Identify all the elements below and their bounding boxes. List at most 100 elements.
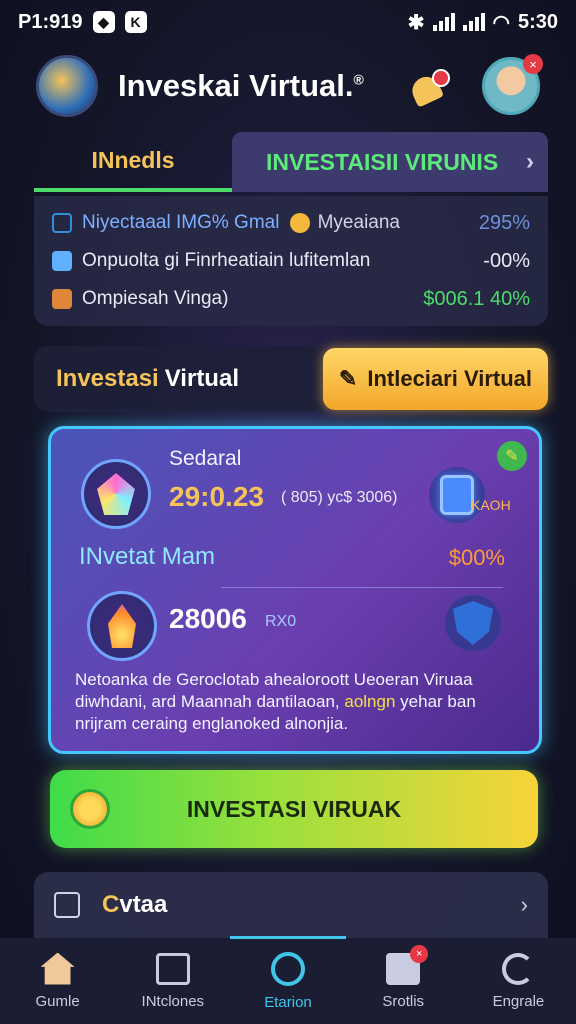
target-icon: [271, 951, 305, 986]
stat-row[interactable]: Ompiesah Vinga) $006.1 40%: [52, 280, 530, 318]
app-title-text: Inveskai Virtual.: [118, 68, 354, 103]
coin-icon: [289, 213, 310, 233]
signal-2-icon: [462, 13, 485, 31]
edit-icon[interactable]: ✎: [497, 441, 527, 471]
tab-investasi-label: INVESTAISII VIRUNIS: [266, 148, 499, 175]
chart-icon: [52, 213, 72, 233]
card-desc-line: Netoanka de Geroclotab ahealoroott Ueoer…: [75, 670, 473, 689]
nav-item-engrale[interactable]: Engrale: [461, 938, 576, 1024]
card-row1-tag: KAOH: [471, 497, 511, 513]
flame-shape: [108, 604, 136, 648]
card-divider: [221, 587, 503, 588]
card-mid-value: $00%: [448, 545, 505, 570]
list-item-label: Cvtaa: [102, 891, 521, 919]
status-right: ✱ ◠ 5:30: [408, 10, 558, 35]
registered-mark: ®: [353, 71, 364, 88]
info-icon: [52, 251, 72, 271]
nav-label: Etarion: [264, 993, 312, 1011]
status-time-left: P1:919: [18, 10, 83, 33]
card-desc-text: diwhdani, ard Maannah dantilaoan,: [75, 692, 340, 711]
chevron-right-icon: ›: [526, 148, 534, 175]
investasi-virtual-label: INVESTASI VIRUAK: [186, 795, 402, 822]
card-row2-value: 28006: [169, 603, 247, 634]
wifi-icon: ◠: [492, 11, 510, 34]
status-left: P1:919 ◆ K: [18, 11, 147, 34]
status-bar: P1:919 ◆ K ✱ ◠ 5:30: [0, 0, 576, 44]
intleciari-virtual-label: Intleciari Virtual: [367, 366, 532, 391]
box-icon: [155, 952, 190, 985]
card-desc-highlight: aolngn: [344, 692, 396, 711]
stat-mid-label: Myeaiana: [317, 212, 400, 233]
nav-label: Srotlis: [382, 992, 425, 1010]
section-title: Investasi Virtual: [34, 346, 323, 412]
card-mid-label: INvetat Mam: [79, 543, 216, 570]
card-desc-line: nrijram ceraing englanoked alnonjia.: [75, 714, 349, 733]
nav-item-gumle[interactable]: Gumle: [0, 938, 115, 1024]
pencil-icon: ✎: [338, 366, 358, 391]
section-title-rest: Virtual: [164, 365, 239, 392]
clipboard-icon: [429, 467, 485, 523]
section-title-highlight: Investasi: [56, 365, 159, 392]
card-desc-line: diwhdani, ard Maannah dantilaoan, aolngn…: [75, 691, 521, 713]
list-item[interactable]: Cvtaa ›: [34, 872, 548, 938]
card-description: Netoanka de Geroclotab ahealoroott Ueoer…: [75, 669, 521, 735]
notification-bell-icon[interactable]: [406, 63, 452, 109]
bottom-nav: Gumle INtclones Etarion × Srotlis Engral…: [0, 936, 576, 1024]
intleciari-virtual-button[interactable]: ✎ Intleciari Virtual: [322, 348, 548, 410]
stat-value: 295%: [478, 211, 530, 234]
avatar-badge: ×: [523, 54, 543, 74]
app-status-icon: K: [124, 11, 147, 33]
nav-label: Gumle: [35, 992, 80, 1010]
stat-value: -00%: [483, 249, 530, 272]
app-header: Inveskai Virtual.® ×: [0, 52, 576, 120]
shield-icon: [445, 595, 501, 651]
stat-row[interactable]: Niyectaaal IMG% Gmal Myeaiana 295%: [52, 204, 530, 242]
avatar[interactable]: ×: [482, 54, 543, 115]
list-label-rest: vtaa: [119, 891, 168, 918]
gem-icon: [81, 459, 151, 529]
tab-innedls[interactable]: INnedls: [34, 132, 232, 192]
stat-label: Onpuolta gi Finrheatiain lufitemlan: [82, 250, 371, 271]
clipboard-shape: [440, 475, 474, 515]
chevron-right-icon: ›: [520, 892, 528, 917]
investasi-virtual-button[interactable]: INVESTASI VIRUAK: [50, 770, 538, 848]
stat-label: Ompiesah Vinga): [82, 288, 229, 309]
coin-icon: [70, 789, 110, 829]
nav-label: Engrale: [492, 992, 545, 1010]
shield-shape: [453, 601, 493, 645]
stat-mid: Myeaiana: [289, 212, 400, 234]
card-row2-unit: RX0: [265, 613, 297, 630]
card-row1-label: Sedaral: [169, 447, 242, 470]
app-title: Inveskai Virtual.®: [118, 68, 406, 104]
status-time-right: 5:30: [517, 10, 558, 33]
stat-label: Niyectaaal IMG% Gmal: [82, 212, 280, 233]
gift-icon: [52, 289, 72, 309]
gem-shape: [97, 473, 135, 515]
card-desc-text: yehar ban: [400, 692, 476, 711]
flame-icon: [87, 591, 157, 661]
stat-row[interactable]: Onpuolta gi Finrheatiain lufitemlan -00%: [52, 242, 530, 280]
home-icon: [40, 952, 75, 985]
stat-value: $006.1 40%: [423, 287, 530, 310]
app-logo: [36, 55, 98, 117]
bluetooth-icon: ✱: [407, 11, 425, 34]
nav-item-intclones[interactable]: INtclones: [115, 938, 230, 1024]
refresh-icon: [502, 952, 535, 985]
nav-item-srotlis[interactable]: × Srotlis: [346, 938, 461, 1024]
tab-investasi[interactable]: INVESTAISII VIRUNIS ›: [232, 132, 548, 192]
stats-panel: Niyectaaal IMG% Gmal Myeaiana 295% Onpuo…: [34, 196, 548, 326]
card-row1-value: 29:0.23: [169, 481, 264, 512]
nav-badge: ×: [410, 944, 429, 963]
chart-box-icon: [54, 892, 80, 918]
nav-label: INtclones: [141, 992, 205, 1010]
signal-icon: [432, 13, 455, 31]
list-label-first: C: [102, 891, 120, 918]
section-header: Investasi Virtual ✎ Intleciari Virtual: [34, 346, 548, 412]
tab-bar: INnedls INVESTAISII VIRUNIS ›: [34, 132, 548, 192]
shield-status-icon: ◆: [92, 11, 115, 33]
card-row1-sub: ( 805) yc$ 3006): [281, 489, 398, 506]
document-icon: ×: [386, 944, 429, 985]
investment-card[interactable]: Sedaral 29:0.23 ( 805) yc$ 3006) KAOH ✎ …: [48, 426, 542, 754]
notification-dot: [432, 69, 450, 87]
nav-item-etarion[interactable]: Etarion: [230, 936, 346, 1024]
